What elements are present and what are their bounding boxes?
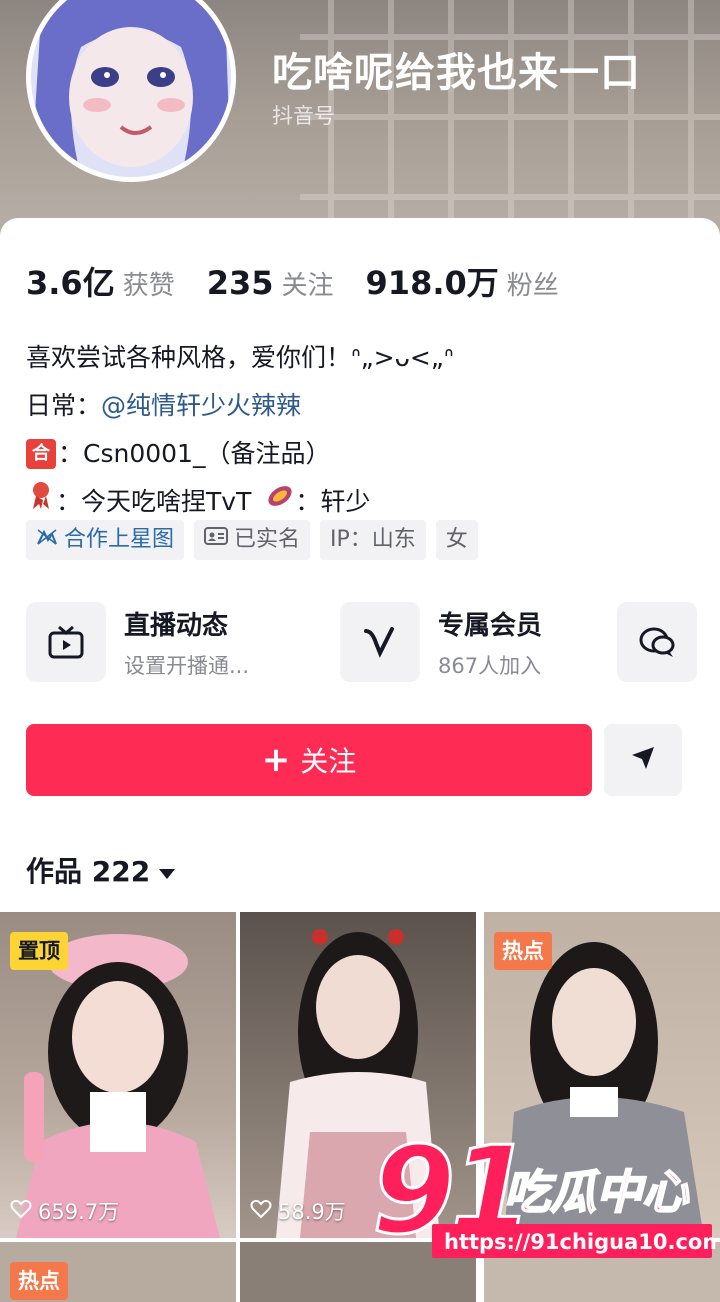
send-icon [629, 744, 657, 776]
bio-line-1: 喜欢尝试各种风格，爱你们！ᐢ„>ᴗ<„ᐢ [26, 343, 454, 372]
avatar[interactable] [26, 0, 236, 182]
caret-down-icon [158, 854, 176, 887]
follow-button[interactable]: + 关注 [26, 724, 592, 796]
douyin-id[interactable]: 抖音号 [272, 100, 335, 130]
heart-icon [250, 1199, 272, 1224]
plus-icon: + [261, 740, 291, 780]
bio-mention-link[interactable]: @纯情轩少火辣辣 [101, 382, 301, 430]
svg-text:吃瓜中心: 吃瓜中心 [504, 1165, 690, 1219]
feature-live-updates[interactable]: 直播动态 设置开播通... [26, 602, 249, 682]
following-count[interactable]: 235 [207, 264, 274, 302]
tag-gender: 女 [435, 520, 478, 560]
following-label: 关注 [281, 271, 334, 301]
bio-daily-label: 日常： [26, 391, 102, 420]
watermark-logo: 91 吃瓜中心 https://91chigua10.com [371, 1121, 720, 1263]
profile-stats: 3.6亿 获赞 235 关注 918.0万 粉丝 [26, 258, 591, 304]
video-thumbnail[interactable]: 热点 [0, 1242, 236, 1302]
video-likes: 58.9万 [250, 1196, 346, 1226]
likes-label: 获赞 [122, 271, 175, 301]
video-thumbnail[interactable]: 置顶 659.7万 [0, 912, 236, 1238]
profile-header: 吃啥呢给我也来一口 抖音号 [0, 0, 720, 240]
video-likes: 659.7万 [10, 1196, 119, 1226]
bio-nick-text: ：轩少 [295, 487, 371, 516]
tag-verified-label: 已实名 [234, 527, 301, 552]
video-likes-count: 659.7万 [38, 1200, 120, 1224]
feature-live-subtitle: 设置开播通... [124, 653, 250, 678]
id-card-icon [204, 520, 229, 560]
bio-line-2: 日常： @纯情轩少火辣辣 [26, 382, 454, 430]
heart-icon [10, 1199, 32, 1224]
tag-ip-location: IP：山东 [320, 520, 426, 560]
cooperation-emoji-icon: 合 [26, 439, 56, 469]
tv-icon [26, 602, 106, 682]
bio-line-4: ：今天吃啥捏TvT ：轩少 [26, 478, 454, 526]
bio: 喜欢尝试各种风格，爱你们！ᐢ„>ᴗ<„ᐢ 日常： @纯情轩少火辣辣 合 ：Csn… [26, 334, 454, 526]
watermark-overlay: 91 吃瓜中心 https://91chigua10.com [371, 1121, 720, 1268]
star-map-icon [36, 520, 58, 560]
feature-live-title: 直播动态 [124, 610, 229, 641]
bio-food-text: ：今天吃啥捏TvT [56, 487, 252, 516]
feature-group-chat[interactable] [617, 602, 697, 682]
video-likes-count: 58.9万 [278, 1200, 346, 1224]
followers-label: 粉丝 [506, 271, 559, 301]
bio-line-3: 合 ：Csn0001_（备注品） [26, 430, 454, 478]
bio-cooperation-text: ：Csn0001_（备注品） [58, 439, 331, 468]
nickname: 吃啥呢给我也来一口 [272, 50, 641, 96]
follow-button-label: 关注 [300, 745, 357, 778]
svg-text:https://91chigua10.com: https://91chigua10.com [444, 1230, 716, 1254]
ribbon-emoji-icon [26, 478, 56, 526]
share-button[interactable] [604, 724, 682, 796]
tab-works-label: 作品 222 [26, 855, 151, 888]
feature-membership-title: 专属会员 [438, 610, 543, 641]
tag-verified: 已实名 [194, 520, 311, 560]
avatar-illustration [31, 0, 231, 177]
trending-badge: 热点 [10, 1262, 68, 1300]
v-icon [340, 602, 420, 682]
header-background-pattern [300, 0, 720, 240]
feature-membership-subtitle: 867人加入 [438, 653, 542, 678]
pinned-badge: 置顶 [10, 932, 68, 970]
tab-works[interactable]: 作品 222 [26, 850, 176, 890]
tag-star-map[interactable]: 合作上星图 [26, 520, 185, 560]
tag-star-map-label: 合作上星图 [64, 527, 175, 552]
profile-tags: 合作上星图 已实名 IP：山东 女 [26, 520, 478, 560]
sweet-potato-emoji-icon [265, 478, 295, 526]
feature-membership[interactable]: 专属会员 867人加入 [340, 602, 542, 682]
likes-count[interactable]: 3.6亿 [26, 258, 115, 304]
trending-badge: 热点 [494, 932, 552, 970]
followers-count[interactable]: 918.0万 [366, 258, 499, 304]
chat-icon [617, 602, 697, 682]
